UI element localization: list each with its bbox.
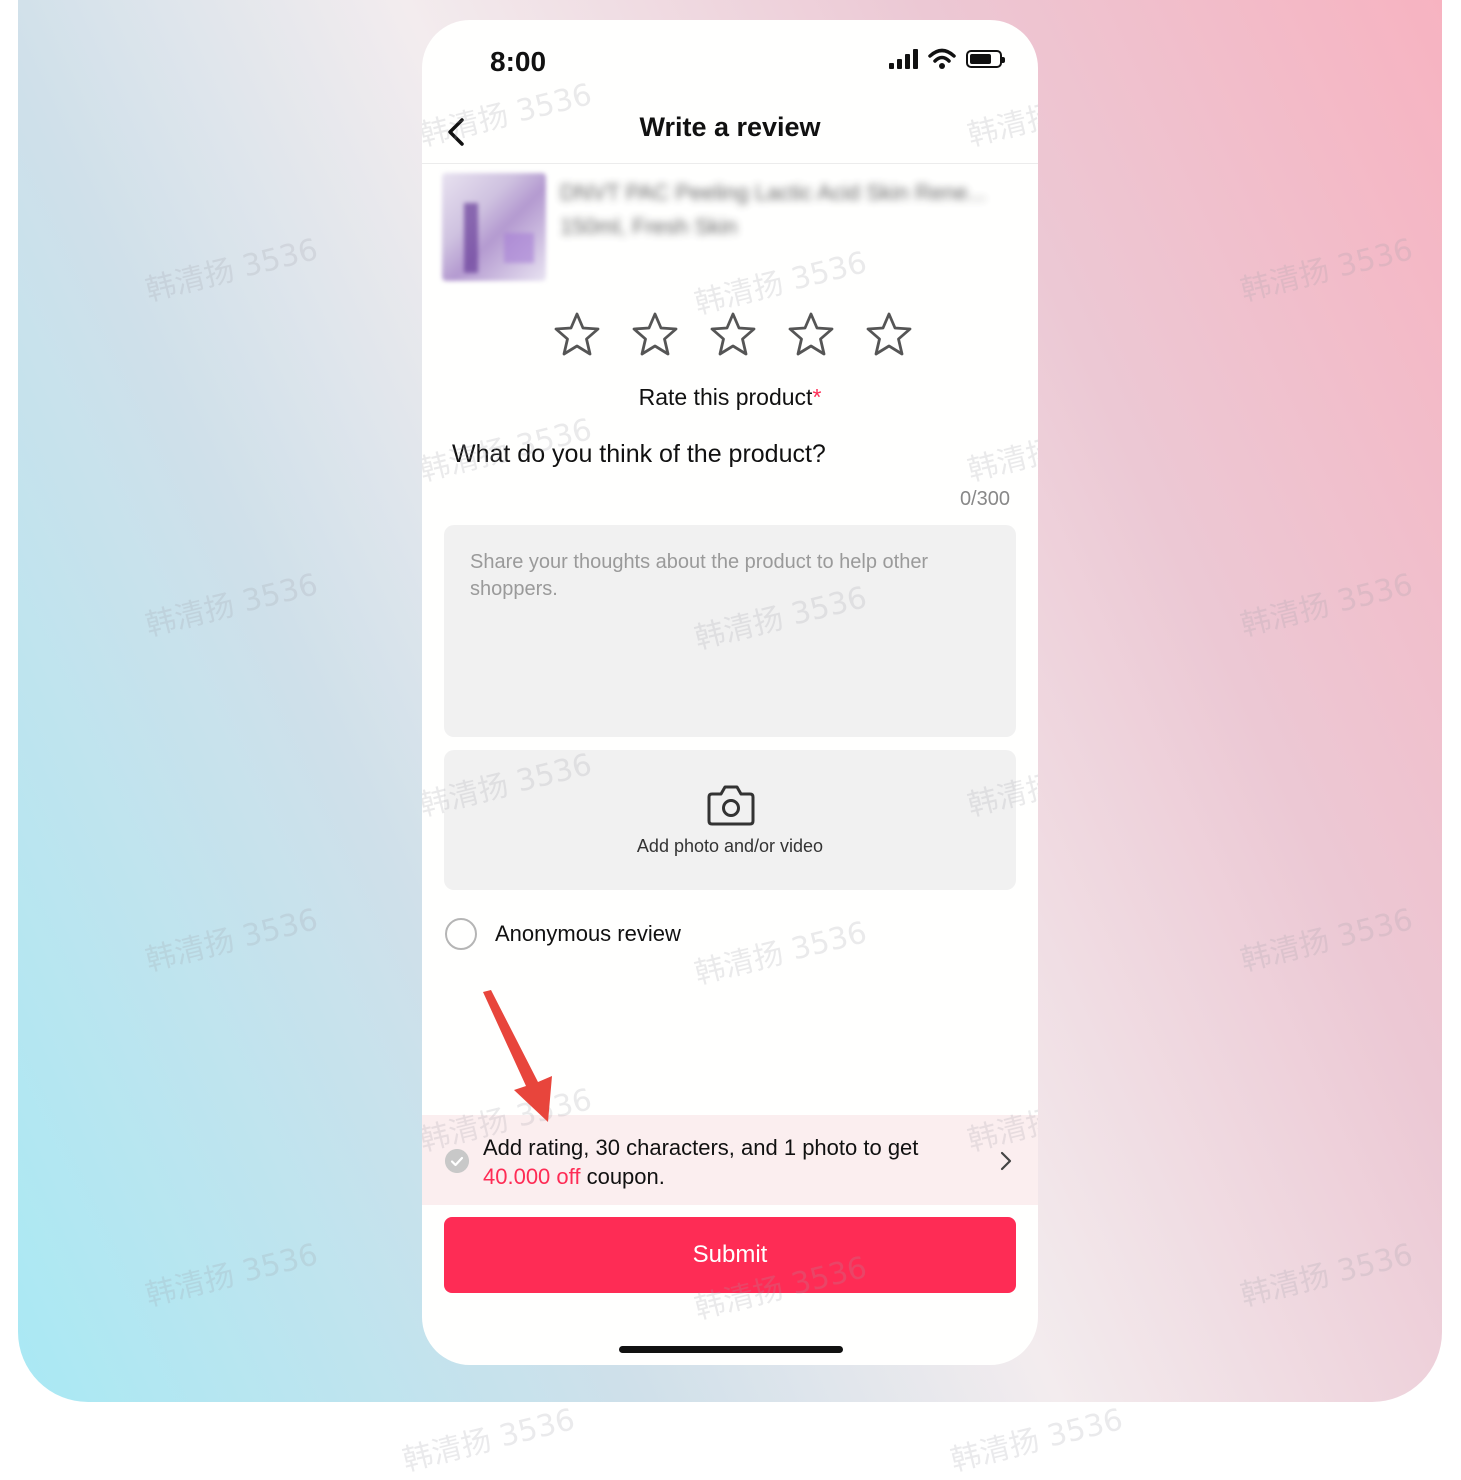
- star-rating[interactable]: [552, 310, 914, 360]
- watermark: 韩清扬 3536: [1237, 1237, 1417, 1314]
- watermark: 韩清扬 3536: [399, 1402, 579, 1479]
- watermark: 韩清扬 3536: [142, 232, 322, 309]
- header-divider: [422, 163, 1038, 164]
- page-title: Write a review: [639, 112, 821, 142]
- coupon-banner[interactable]: Add rating, 30 characters, and 1 photo t…: [422, 1115, 1038, 1205]
- watermark: 韩清扬 3536: [947, 1402, 1127, 1479]
- anonymous-checkbox[interactable]: [445, 918, 477, 950]
- watermark: 韩清扬 3536: [142, 1237, 322, 1314]
- submit-button[interactable]: Submit: [444, 1217, 1016, 1293]
- review-text-input[interactable]: [444, 525, 1016, 737]
- add-media-label: Add photo and/or video: [636, 836, 824, 856]
- star-icon[interactable]: [786, 310, 836, 360]
- signal-icon: [889, 49, 918, 69]
- watermark: 韩清扬 3536: [142, 902, 322, 979]
- wifi-icon: [928, 48, 956, 69]
- home-indicator: [619, 1346, 843, 1353]
- battery-icon: [966, 50, 1005, 68]
- status-icons: [889, 48, 1005, 70]
- watermark: 韩清扬 3536: [1237, 902, 1417, 979]
- watermark: 韩清扬 3536: [1237, 567, 1417, 644]
- watermark: 韩清扬 3536: [142, 567, 322, 644]
- star-icon[interactable]: [552, 310, 602, 360]
- required-mark: *: [812, 384, 822, 410]
- anonymous-label[interactable]: Anonymous review: [495, 921, 681, 947]
- character-counter: 0/300: [959, 488, 1010, 510]
- review-question: What do you think of the product?: [452, 440, 826, 468]
- watermark: 韩清扬 3536: [691, 915, 871, 992]
- status-time: 8:00: [490, 46, 547, 77]
- star-icon[interactable]: [630, 310, 680, 360]
- product-name: DNVT PAC Peeling Lactic Acid Skin Rene..…: [560, 180, 986, 239]
- coupon-amount: 40.000 off: [483, 1164, 581, 1189]
- rating-label: Rate this product*: [638, 384, 822, 410]
- star-icon[interactable]: [864, 310, 914, 360]
- watermark: 韩清扬 3536: [1237, 232, 1417, 309]
- watermark: 韩清扬 3536: [964, 412, 1038, 489]
- product-thumbnail: [442, 173, 546, 281]
- phone-screen: 8:00 Write a review DNVT PAC Peeling Lac…: [422, 20, 1038, 1365]
- coupon-message: Add rating, 30 characters, and 1 photo t…: [483, 1135, 919, 1189]
- camera-icon: [707, 785, 755, 826]
- check-circle-icon: [445, 1149, 469, 1173]
- chevron-right-icon: [1000, 1151, 1012, 1171]
- star-icon[interactable]: [708, 310, 758, 360]
- add-media-button[interactable]: Add photo and/or video: [444, 750, 1016, 890]
